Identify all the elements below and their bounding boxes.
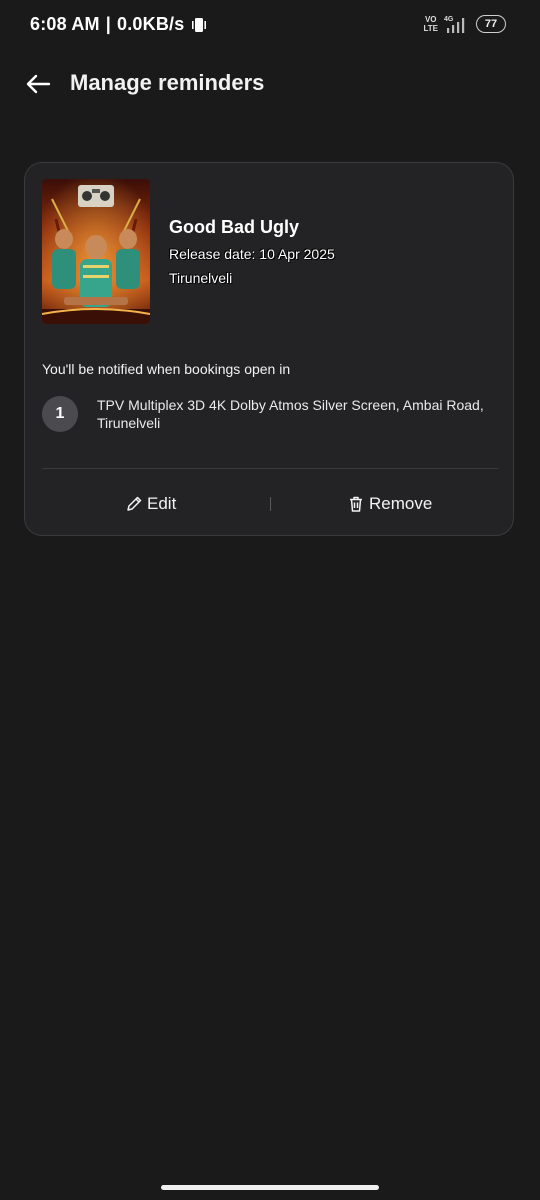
status-bar: 6:08 AM | 0.0KB/s VO LTE 4G 77 bbox=[0, 0, 540, 50]
volte-top: VO bbox=[424, 15, 437, 24]
signal-icon: 4G bbox=[444, 14, 470, 34]
volte-bottom: LTE bbox=[423, 24, 438, 33]
city: Tirunelveli bbox=[169, 270, 233, 286]
venue-number-badge: 1 bbox=[42, 396, 78, 432]
network-speed: 0.0KB/s bbox=[117, 14, 185, 34]
remove-button[interactable]: Remove bbox=[347, 491, 432, 517]
status-left: 6:08 AM | 0.0KB/s bbox=[30, 14, 208, 35]
app-bar: Manage reminders bbox=[0, 58, 540, 110]
edit-button[interactable]: Edit bbox=[125, 491, 176, 517]
volte-indicator: VO LTE bbox=[423, 15, 438, 33]
edit-label: Edit bbox=[147, 494, 177, 513]
back-arrow-icon bbox=[26, 74, 51, 94]
divider bbox=[42, 468, 498, 469]
notify-text: You'll be notified when bookings open in bbox=[42, 361, 291, 377]
venue-name: TPV Multiplex 3D 4K Dolby Atmos Silver S… bbox=[97, 397, 484, 431]
network-type: 4G bbox=[444, 16, 454, 23]
back-button[interactable] bbox=[22, 68, 54, 100]
trash-icon bbox=[350, 496, 362, 512]
home-indicator[interactable] bbox=[161, 1185, 379, 1190]
pencil-icon bbox=[127, 496, 142, 511]
action-separator bbox=[270, 497, 271, 511]
battery-indicator: 77 bbox=[476, 15, 506, 33]
vibrate-icon bbox=[190, 16, 208, 34]
movie-poster bbox=[42, 179, 150, 324]
movie-title: Good Bad Ugly bbox=[169, 217, 299, 237]
release-date: Release date: 10 Apr 2025 bbox=[169, 246, 335, 262]
page-title: Manage reminders bbox=[70, 70, 265, 95]
status-separator: | bbox=[105, 14, 112, 34]
remove-label: Remove bbox=[369, 494, 433, 513]
reminder-card: Good Bad Ugly Release date: 10 Apr 2025 … bbox=[24, 162, 514, 536]
clock: 6:08 AM bbox=[30, 14, 100, 34]
status-right: VO LTE 4G 77 bbox=[423, 14, 506, 34]
